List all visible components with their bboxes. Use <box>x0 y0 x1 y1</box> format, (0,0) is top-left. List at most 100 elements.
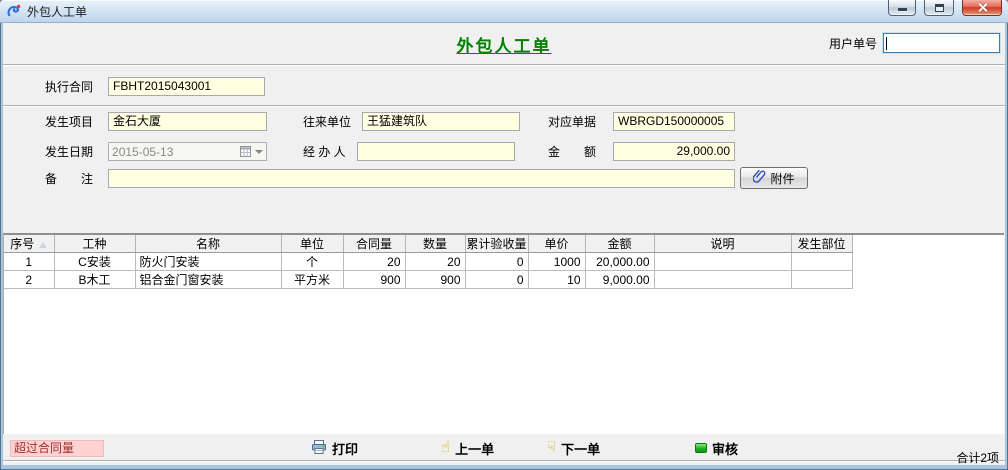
form-client-area: 外包人工单 用户单号 执行合同 FBHT2015043001 发生项目 金石大厦… <box>3 23 1005 465</box>
project-label: 发生项目 <box>45 113 93 130</box>
col-header-accepted-qty[interactable]: 累计验收量 <box>465 235 528 253</box>
previous-order-button[interactable]: ☝ 上一单 <box>441 438 494 458</box>
remark-field[interactable] <box>108 169 735 188</box>
table-row[interactable]: 1 C安装 防火门安装 个 20 20 0 1000 20,000.00 <box>4 253 852 271</box>
cell-qty[interactable]: 20 <box>405 253 465 271</box>
cell-unit-price[interactable]: 1000 <box>528 253 585 271</box>
separator <box>3 105 1005 107</box>
cell-accepted-qty[interactable]: 0 <box>465 271 528 289</box>
app-window: 外包人工单 外包人工单 用户单号 执行合同 FBHT20150 <box>0 0 1008 470</box>
remark-group: 备 注 <box>45 169 735 188</box>
col-header-note[interactable]: 说明 <box>654 235 791 253</box>
warning-badge: 超过合同量 <box>10 440 104 457</box>
counterparty-label: 往来单位 <box>303 113 351 130</box>
cell-amount[interactable]: 20,000.00 <box>585 253 654 271</box>
amount-group: 金 额 29,000.00 <box>548 142 735 161</box>
sort-ascending-icon <box>39 242 47 248</box>
col-header-unit[interactable]: 单位 <box>281 235 343 253</box>
cell-name[interactable]: 铝合金门窗安装 <box>135 271 281 289</box>
audit-green-icon <box>695 443 707 453</box>
maximize-button[interactable] <box>924 0 954 16</box>
close-button[interactable] <box>962 0 1002 16</box>
minimize-icon <box>898 8 907 11</box>
calendar-icon[interactable] <box>240 146 251 157</box>
user-order-group: 用户单号 <box>829 33 1000 53</box>
contract-row: 执行合同 FBHT2015043001 <box>45 77 265 96</box>
date-group: 发生日期 2015-05-13 <box>45 142 267 161</box>
cell-qty[interactable]: 900 <box>405 271 465 289</box>
print-label: 打印 <box>332 439 358 458</box>
col-header-qty[interactable]: 数量 <box>405 235 465 253</box>
col-header-worktype[interactable]: 工种 <box>54 235 135 253</box>
handler-group: 经 办 人 <box>303 142 515 161</box>
date-value: 2015-05-13 <box>112 145 240 159</box>
cell-worktype[interactable]: B木工 <box>54 271 135 289</box>
handler-label: 经 办 人 <box>303 143 346 160</box>
separator <box>3 460 1005 462</box>
cell-name[interactable]: 防火门安装 <box>135 253 281 271</box>
next-order-label: 下一单 <box>561 439 600 458</box>
cell-note[interactable] <box>654 253 791 271</box>
date-label: 发生日期 <box>45 143 93 160</box>
amount-label: 金 额 <box>548 143 596 160</box>
col-header-contract-qty[interactable]: 合同量 <box>343 235 405 253</box>
attachment-button[interactable]: 附件 <box>740 167 808 189</box>
cell-amount[interactable]: 9,000.00 <box>585 271 654 289</box>
user-order-input[interactable] <box>883 33 1000 53</box>
table-row[interactable]: 2 B木工 铝合金门窗安装 平方米 900 900 0 10 9,000.00 <box>4 271 852 289</box>
total-count: 合计2项 <box>956 449 999 465</box>
cell-note[interactable] <box>654 271 791 289</box>
titlebar[interactable]: 外包人工单 <box>0 0 1008 23</box>
col-header-location[interactable]: 发生部位 <box>791 235 852 253</box>
detail-grid: 序号 工种 名称 单位 合同量 数量 累计验收量 单价 金额 说明 发生部位 1… <box>3 233 1004 434</box>
window-controls <box>888 0 1002 16</box>
amount-field[interactable]: 29,000.00 <box>613 142 735 161</box>
close-icon <box>977 2 988 13</box>
cell-worktype[interactable]: C安装 <box>54 253 135 271</box>
text-caret <box>886 37 887 50</box>
cell-contract-qty[interactable]: 900 <box>343 271 405 289</box>
print-button[interactable]: 打印 <box>311 438 358 458</box>
maximize-icon <box>935 4 944 12</box>
next-order-button[interactable]: ☟ 下一单 <box>547 438 600 458</box>
cell-unit[interactable]: 个 <box>281 253 343 271</box>
audit-button[interactable]: 审核 <box>695 438 738 458</box>
cell-unit[interactable]: 平方米 <box>281 271 343 289</box>
ref-doc-label: 对应单据 <box>548 113 596 130</box>
cell-location[interactable] <box>791 253 852 271</box>
col-header-seq[interactable]: 序号 <box>4 235 54 253</box>
counterparty-group: 往来单位 王猛建筑队 <box>303 112 520 131</box>
project-field[interactable]: 金石大厦 <box>108 112 267 131</box>
attachment-label: 附件 <box>770 170 794 187</box>
print-icon <box>311 439 327 458</box>
user-order-label: 用户单号 <box>829 35 877 52</box>
table-header-row: 序号 工种 名称 单位 合同量 数量 累计验收量 单价 金额 说明 发生部位 <box>4 235 852 253</box>
cell-accepted-qty[interactable]: 0 <box>465 253 528 271</box>
remark-label: 备 注 <box>45 170 93 187</box>
separator <box>3 64 1005 66</box>
dropdown-arrow-icon[interactable] <box>255 150 263 154</box>
ref-doc-field[interactable]: WBRGD150000005 <box>613 112 735 131</box>
ref-doc-group: 对应单据 WBRGD150000005 <box>548 112 735 131</box>
col-header-amount[interactable]: 金额 <box>585 235 654 253</box>
cell-unit-price[interactable]: 10 <box>528 271 585 289</box>
app-logo-icon <box>6 3 22 19</box>
cell-seq[interactable]: 1 <box>4 253 54 271</box>
counterparty-field[interactable]: 王猛建筑队 <box>362 112 520 131</box>
contract-label: 执行合同 <box>45 78 93 95</box>
cell-contract-qty[interactable]: 20 <box>343 253 405 271</box>
handler-field[interactable] <box>357 142 515 161</box>
col-header-unit-price[interactable]: 单价 <box>528 235 585 253</box>
audit-label: 审核 <box>712 439 738 458</box>
window-title: 外包人工单 <box>27 3 87 20</box>
contract-field[interactable]: FBHT2015043001 <box>108 77 265 96</box>
minimize-button[interactable] <box>888 0 916 16</box>
paperclip-icon <box>753 169 766 187</box>
cell-location[interactable] <box>791 271 852 289</box>
cell-seq[interactable]: 2 <box>4 271 54 289</box>
project-group: 发生项目 金石大厦 <box>45 112 267 131</box>
col-header-name[interactable]: 名称 <box>135 235 281 253</box>
previous-order-label: 上一单 <box>455 439 494 458</box>
hand-up-icon: ☝ <box>441 441 450 455</box>
date-picker[interactable]: 2015-05-13 <box>108 142 267 161</box>
